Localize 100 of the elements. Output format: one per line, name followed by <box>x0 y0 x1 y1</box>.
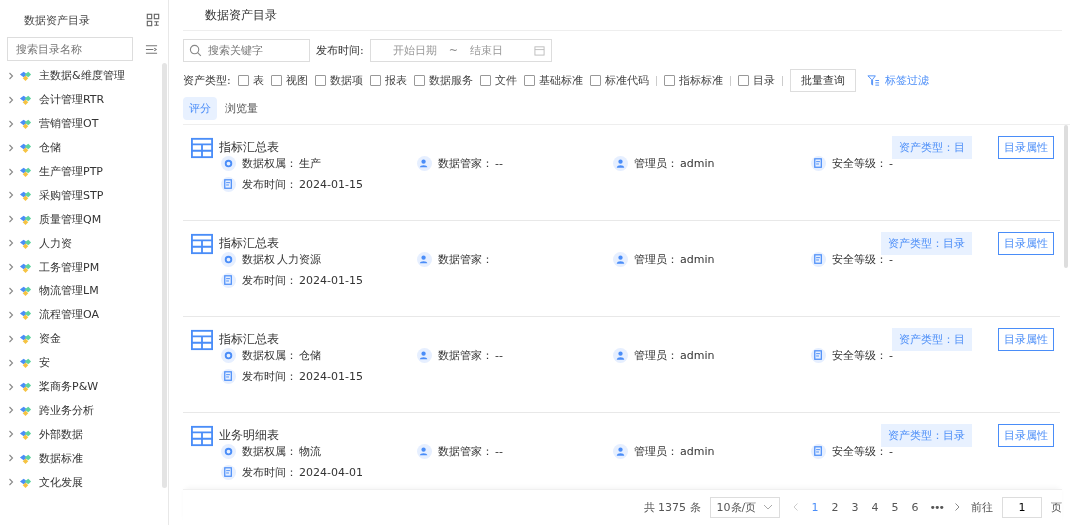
meta-label: 安全等级： <box>832 155 887 171</box>
table-icon <box>191 136 213 159</box>
type-checkbox[interactable]: 指标标准 <box>663 73 723 89</box>
chevron-icon[interactable] <box>7 310 15 319</box>
sidebar-title: 数据资产目录 <box>24 12 90 28</box>
document-icon <box>221 272 236 288</box>
chevron-icon[interactable] <box>7 430 15 439</box>
meta-label: 数据权属： <box>242 155 297 171</box>
type-checkbox[interactable]: 表 <box>237 73 264 89</box>
meta-label: 数据管家： <box>438 443 493 459</box>
tree-label: 采购管理STP <box>39 187 104 203</box>
tree-item[interactable]: 仓储 <box>0 135 168 160</box>
tag-filter-link[interactable]: 标签过滤 <box>866 73 929 89</box>
asset-card[interactable]: 指标汇总表 资产类型：目 目录属性 数据权属： 仓储 数据管家： -- 管理员： admin 安全等级： - 发布时间： 2024-01-15 <box>183 316 1060 413</box>
tree-label: 安 <box>39 355 50 371</box>
tree-item[interactable]: 安 <box>0 350 168 375</box>
asset-card[interactable]: 指标汇总表 资产类型：目 目录属性 数据权属： 生产 数据管家： -- 管理员： admin 安全等级： - 发布时间： 2024-01-15 <box>183 124 1060 221</box>
tree-label: 工务管理PM <box>39 259 100 275</box>
chevron-icon[interactable] <box>7 478 15 487</box>
tree-item[interactable]: 资金 <box>0 326 168 351</box>
chevron-icon[interactable] <box>7 143 15 152</box>
tree-item[interactable]: 桨商务P&W <box>0 374 168 399</box>
table-icon <box>191 328 213 351</box>
chevron-icon[interactable] <box>7 215 15 224</box>
tree-label: 文化发展 <box>39 474 83 490</box>
meta-label: 管理员： <box>634 155 678 171</box>
date-range-field[interactable]: 开始日期 ~ 结束日 <box>369 39 552 62</box>
next-page-icon[interactable] <box>952 502 962 513</box>
type-checkbox[interactable]: 报表 <box>369 73 407 89</box>
document-icon <box>221 464 236 480</box>
page-number[interactable]: 3 <box>849 500 861 514</box>
chevron-icon[interactable] <box>7 239 15 248</box>
page-number[interactable]: 6 <box>909 500 921 514</box>
user-icon <box>613 251 628 267</box>
chevron-icon[interactable] <box>7 286 15 295</box>
chevron-icon[interactable] <box>7 454 15 463</box>
tree-item[interactable]: 营销管理OT <box>0 111 168 136</box>
asset-type-tag: 资产类型：目 <box>892 328 972 351</box>
catalog-attributes-button[interactable]: 目录属性 <box>998 328 1054 351</box>
tree-item[interactable]: 工务管理PM <box>0 255 168 279</box>
type-checkbox[interactable]: 文件 <box>479 73 517 89</box>
total-count: 共 1375 条 <box>643 499 701 515</box>
type-checkbox[interactable]: 标准代码 <box>589 73 649 89</box>
search-field[interactable]: 搜索目录名称 <box>7 37 133 61</box>
tree-item[interactable]: 文化发展 <box>0 470 168 495</box>
chevron-icon[interactable] <box>7 71 15 80</box>
document-icon <box>811 155 826 171</box>
tree-item[interactable]: 采购管理STP <box>0 183 168 208</box>
chevron-icon[interactable] <box>7 95 15 104</box>
tree-item[interactable]: 跨业务分析 <box>0 398 168 423</box>
tree-label: 仓储 <box>39 140 61 156</box>
tree-label: 跨业务分析 <box>39 402 94 418</box>
meta-value: admin <box>680 252 715 266</box>
tree-item[interactable]: 物流管理LM <box>0 279 168 303</box>
collapse-icon[interactable] <box>145 42 158 56</box>
chevron-icon[interactable] <box>7 119 15 128</box>
tree-item[interactable]: 主数据&维度管理 <box>0 64 168 88</box>
sort-tab[interactable]: 浏览量 <box>219 96 264 120</box>
catalog-attributes-button[interactable]: 目录属性 <box>998 232 1054 255</box>
tree-item[interactable]: 会计管理RTR <box>0 87 168 112</box>
type-checkbox[interactable]: 视图 <box>270 73 308 89</box>
chevron-icon[interactable] <box>7 191 15 200</box>
tree-item[interactable]: 人力资 <box>0 231 168 256</box>
meta-label: 发布时间： <box>242 368 297 384</box>
page-size-select[interactable]: 10条/页 <box>709 496 780 518</box>
search-field[interactable]: 搜索关键字 <box>183 39 310 62</box>
asset-card[interactable]: 指标汇总表 资产类型：目录 目录属性 数据权 人力资源 数据管家： 管理员： admin 安全等级： - 发布时间： 2024-01-15 <box>183 220 1060 317</box>
page-number[interactable]: 2 <box>829 500 841 514</box>
tree-item[interactable]: 质量管理QM <box>0 207 168 232</box>
tree-item[interactable]: 数据标准 <box>0 446 168 471</box>
catalog-attributes-button[interactable]: 目录属性 <box>998 136 1054 159</box>
chevron-icon[interactable] <box>7 263 15 272</box>
grid-icon[interactable] <box>146 13 160 27</box>
type-checkbox[interactable]: 数据项 <box>314 73 363 89</box>
page-number[interactable]: 5 <box>889 500 901 514</box>
chevron-icon[interactable] <box>7 167 15 176</box>
batch-query-button[interactable]: 批量查询 <box>789 69 856 93</box>
type-checkbox[interactable]: 基础标准 <box>523 73 583 89</box>
filter-icon <box>866 74 880 88</box>
asset-type-label: 资产类型: <box>183 73 231 89</box>
chevron-icon[interactable] <box>7 406 15 415</box>
tree-item[interactable]: 生产管理PTP <box>0 159 168 184</box>
type-checkbox[interactable]: 数据服务 <box>413 73 473 89</box>
user-icon <box>613 347 628 363</box>
meta-value: - <box>889 348 893 362</box>
tree-item[interactable]: 流程管理OA <box>0 302 168 327</box>
chevron-icon[interactable] <box>7 358 15 367</box>
document-icon <box>811 347 826 363</box>
tree-label: 质量管理QM <box>39 211 102 227</box>
chevron-icon[interactable] <box>7 382 15 391</box>
meta-value: admin <box>680 348 715 362</box>
more-pages[interactable]: ••• <box>929 500 943 514</box>
document-icon <box>221 368 236 384</box>
user-icon <box>417 347 432 363</box>
type-checkbox[interactable]: 目录 <box>737 73 775 89</box>
page-number[interactable]: 4 <box>869 500 881 514</box>
chevron-icon[interactable] <box>7 334 15 343</box>
page-input[interactable]: 1 <box>1002 496 1042 518</box>
catalog-attributes-button[interactable]: 目录属性 <box>998 424 1054 447</box>
tree-item[interactable]: 外部数据 <box>0 422 168 447</box>
